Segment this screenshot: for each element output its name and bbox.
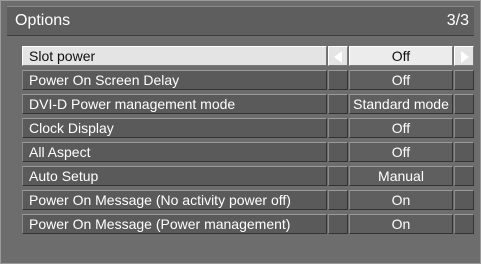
option-value[interactable]: Off [349, 142, 453, 162]
option-row-power-on-screen-delay[interactable]: Power On Screen Delay Off [22, 70, 474, 90]
option-value[interactable]: Off [349, 46, 453, 66]
value-increase-slot [454, 142, 474, 162]
option-value[interactable]: Standard mode [349, 94, 453, 114]
option-row-clock-display[interactable]: Clock Display Off [22, 118, 474, 138]
option-list: Slot power Off Power On Screen Delay Off… [22, 46, 474, 238]
option-label: Power On Message (No activity power off) [22, 190, 327, 210]
option-value[interactable]: Manual [349, 166, 453, 186]
value-decrease-slot [328, 142, 348, 162]
option-row-power-on-message-power-management[interactable]: Power On Message (Power management) On [22, 214, 474, 234]
value-increase-slot [454, 166, 474, 186]
option-label: Power On Screen Delay [22, 70, 327, 90]
title-bar: Options 3/3 [7, 6, 474, 36]
options-menu: Options 3/3 Slot power Off Power On Scre… [0, 0, 481, 264]
value-decrease-slot [328, 118, 348, 138]
option-row-dvi-d-power-management-mode[interactable]: DVI-D Power management mode Standard mod… [22, 94, 474, 114]
option-row-all-aspect[interactable]: All Aspect Off [22, 142, 474, 162]
value-increase-slot [454, 190, 474, 210]
option-label: Slot power [22, 46, 327, 66]
value-increase-slot [454, 70, 474, 90]
value-decrease-slot [328, 70, 348, 90]
option-value[interactable]: Off [349, 118, 453, 138]
value-increase-slot [454, 118, 474, 138]
value-decrease-button[interactable] [328, 46, 348, 66]
option-label: DVI-D Power management mode [22, 94, 327, 114]
option-value[interactable]: On [349, 190, 453, 210]
option-label: Auto Setup [22, 166, 327, 186]
value-increase-button[interactable] [454, 46, 474, 66]
option-label: All Aspect [22, 142, 327, 162]
left-arrow-icon [334, 51, 342, 63]
option-value[interactable]: On [349, 214, 453, 234]
value-decrease-slot [328, 166, 348, 186]
option-value[interactable]: Off [349, 70, 453, 90]
option-row-slot-power[interactable]: Slot power Off [22, 46, 474, 66]
value-increase-slot [454, 214, 474, 234]
value-increase-slot [454, 94, 474, 114]
option-row-power-on-message-no-activity[interactable]: Power On Message (No activity power off)… [22, 190, 474, 210]
option-row-auto-setup[interactable]: Auto Setup Manual [22, 166, 474, 186]
value-decrease-slot [328, 190, 348, 210]
page-indicator: 3/3 [446, 12, 469, 29]
option-label: Power On Message (Power management) [22, 214, 327, 234]
menu-title: Options [15, 12, 71, 29]
value-decrease-slot [328, 214, 348, 234]
option-label: Clock Display [22, 118, 327, 138]
right-arrow-icon [461, 51, 469, 63]
value-decrease-slot [328, 94, 348, 114]
